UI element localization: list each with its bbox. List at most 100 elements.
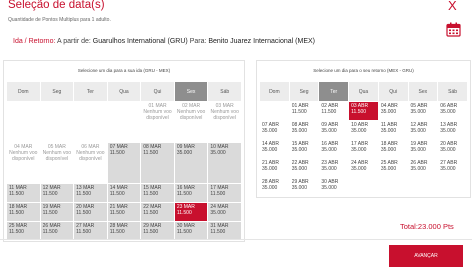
weekday-header: Qui (377, 81, 409, 102)
day-cell[interactable]: 15 MAR 11.500 (140, 183, 175, 203)
outbound-heading: Selecione um dia para a sua ida (GRU - M… (77, 68, 171, 73)
unavailable-day-cell: 02 MAR Nenhum voo disponível (173, 101, 209, 143)
day-cell[interactable]: 22 ABR 35.000 (288, 158, 320, 178)
day-price: 11.500 (143, 191, 159, 197)
day-cell[interactable]: 07 ABR 35.000 (259, 120, 290, 140)
day-cell[interactable]: 06 ABR 35.000 (437, 101, 468, 121)
day-cell[interactable]: 07 MAR 11.500 (106, 142, 142, 184)
day-cell[interactable]: 13 ABR 35.000 (437, 120, 468, 140)
day-price: 35.000 (291, 147, 307, 153)
day-cell[interactable]: 09 MAR 35.000 (173, 142, 209, 184)
unavailable-day-cell: 01 MAR Nenhum voo disponível (140, 101, 175, 143)
day-price: 35.000 (176, 150, 193, 156)
day-cell[interactable]: 27 ABR 35.000 (437, 158, 468, 178)
day-cell[interactable]: 14 ABR 35.000 (259, 139, 290, 159)
day-price: 11.500 (109, 210, 125, 216)
day-cell[interactable]: 16 ABR 35.000 (318, 139, 350, 159)
day-price: 11.500 (9, 229, 24, 235)
close-icon[interactable]: X (448, 0, 457, 13)
day-cell[interactable]: 08 MAR 11.500 (140, 142, 175, 184)
day-price: 11.500 (9, 191, 24, 197)
day-cell[interactable]: 30 ABR 35.000 (318, 177, 350, 197)
day-price: 11.500 (76, 191, 92, 197)
route-origin: Guarulhos International (GRU) (92, 38, 188, 45)
day-price: 35.000 (410, 166, 426, 172)
day-price: 35.000 (380, 128, 397, 134)
day-price: 35.000 (440, 166, 456, 172)
selected-day-cell[interactable]: 03 ABR 11.500 (348, 101, 379, 121)
day-cell[interactable]: 08 ABR 35.000 (288, 120, 320, 140)
day-cell[interactable]: 22 MAR 11.500 (140, 202, 175, 222)
advance-button[interactable]: AVANÇAR (389, 245, 463, 267)
day-price: 35.000 (291, 166, 307, 172)
day-cell[interactable]: 21 ABR 35.000 (259, 158, 290, 178)
day-cell[interactable]: 17 ABR 35.000 (348, 139, 379, 159)
empty-cell (377, 177, 409, 197)
day-cell[interactable]: 13 MAR 11.500 (73, 183, 108, 203)
day-cell[interactable]: 11 MAR 11.500 (6, 183, 41, 203)
day-cell[interactable]: 26 ABR 35.000 (407, 158, 439, 178)
day-cell[interactable]: 23 ABR 35.000 (318, 158, 350, 178)
no-flight-text: Nenhum voo disponível (9, 150, 38, 162)
day-cell[interactable]: 31 MAR 11.500 (207, 221, 242, 241)
day-cell[interactable]: 17 MAR 11.500 (207, 183, 242, 203)
day-cell[interactable]: 21 MAR 11.500 (106, 202, 142, 222)
day-cell[interactable]: 29 MAR 11.500 (140, 221, 175, 241)
day-cell[interactable]: 28 MAR 11.500 (106, 221, 142, 241)
weekday-header: Dom (259, 81, 290, 102)
empty-cell (106, 101, 142, 143)
day-price: 35.000 (210, 150, 226, 156)
day-cell[interactable]: 18 MAR 11.500 (6, 202, 41, 222)
day-price: 11.500 (42, 191, 58, 197)
day-price: 35.000 (351, 128, 367, 134)
day-cell[interactable]: 12 MAR 11.500 (39, 183, 75, 203)
day-price: 35.000 (351, 166, 367, 172)
day-cell[interactable]: 14 MAR 11.500 (106, 183, 142, 203)
day-price: 35.000 (440, 147, 456, 153)
day-price: 11.500 (176, 229, 192, 235)
day-cell[interactable]: 27 MAR 11.500 (73, 221, 108, 241)
day-cell[interactable]: 20 ABR 35.000 (437, 139, 468, 159)
weekday-header: Qua (348, 81, 379, 102)
day-cell[interactable]: 04 ABR 35.000 (377, 101, 409, 121)
route-label: Ida / Retorno: (13, 38, 56, 45)
day-price: 11.500 (143, 229, 159, 235)
day-cell[interactable]: 26 MAR 11.500 (39, 221, 75, 241)
day-cell[interactable]: 30 MAR 11.500 (173, 221, 209, 241)
no-flight-text: Nenhum voo disponível (143, 109, 172, 121)
weekday-header: Ter (73, 81, 108, 102)
day-cell[interactable]: 25 MAR 11.500 (6, 221, 41, 241)
unavailable-day-cell: 03 MAR Nenhum voo disponível (207, 101, 242, 143)
day-cell[interactable]: 19 MAR 11.500 (39, 202, 75, 222)
day-cell[interactable]: 29 ABR 35.000 (288, 177, 320, 197)
weekday-header: Sex (407, 81, 439, 102)
weekday-header: Sáb (207, 81, 242, 102)
day-cell[interactable]: 10 ABR 35.000 (348, 120, 379, 140)
day-cell[interactable]: 19 ABR 35.000 (407, 139, 439, 159)
day-cell[interactable]: 09 ABR 35.000 (318, 120, 350, 140)
day-cell[interactable]: 02 ABR 11.500 (318, 101, 350, 121)
day-cell[interactable]: 24 ABR 35.000 (348, 158, 379, 178)
day-price: 11.500 (210, 191, 226, 197)
day-cell[interactable]: 25 ABR 35.000 (377, 158, 409, 178)
day-price: 35.000 (380, 109, 397, 115)
selected-day-cell[interactable]: 23 MAR 11.500 (173, 202, 209, 222)
day-cell[interactable]: 15 ABR 35.000 (288, 139, 320, 159)
day-cell[interactable]: 16 MAR 11.500 (173, 183, 209, 203)
day-cell[interactable]: 20 MAR 11.500 (73, 202, 108, 222)
unavailable-day-cell: 06 MAR Nenhum voo disponível (73, 142, 108, 184)
day-cell[interactable]: 12 ABR 35.000 (407, 120, 439, 140)
day-cell[interactable]: 11 ABR 35.000 (377, 120, 409, 140)
empty-cell (6, 101, 41, 143)
day-cell[interactable]: 10 MAR 35.000 (207, 142, 242, 184)
day-cell[interactable]: 28 ABR 35.000 (259, 177, 290, 197)
day-cell[interactable]: 05 ABR 35.000 (407, 101, 439, 121)
empty-cell (437, 177, 468, 197)
day-cell[interactable]: 18 ABR 35.000 (377, 139, 409, 159)
day-cell[interactable]: 01 ABR 11.500 (288, 101, 320, 121)
day-price: 11.500 (143, 210, 159, 216)
day-price: 35.000 (380, 166, 397, 172)
footer-divider (0, 239, 472, 240)
day-cell[interactable]: 24 MAR 35.000 (207, 202, 242, 222)
route-line: Ida / Retorno: A partir de: Guarulhos In… (13, 38, 315, 45)
